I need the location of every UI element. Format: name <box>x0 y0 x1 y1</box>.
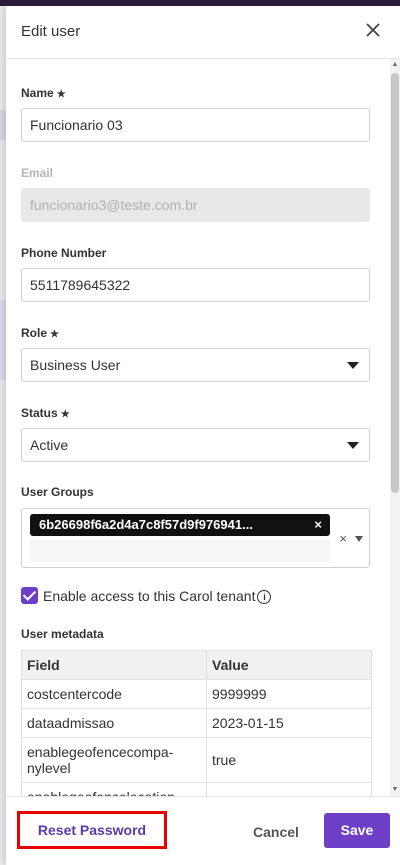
phone-input[interactable]: 5511789645322 <box>21 268 370 302</box>
close-icon[interactable] <box>362 19 384 41</box>
user-groups-label: User Groups <box>21 485 94 499</box>
caret-down-icon[interactable] <box>355 536 363 542</box>
email-label: Email <box>21 166 54 180</box>
field-cell: costcentercode <box>21 679 207 709</box>
column-header-field: Field <box>21 650 207 680</box>
caret-down-icon <box>347 362 359 369</box>
dialog-header: Edit user <box>6 6 400 59</box>
table-row[interactable]: costcentercode 9999999 <box>21 679 372 709</box>
clear-icon[interactable]: × <box>339 531 347 546</box>
user-groups-select[interactable]: 6b26698f6a2d4a7c8f57d9f976941... × × <box>21 508 370 568</box>
dialog-title: Edit user <box>21 23 81 40</box>
metadata-table: Field Value costcentercode 9999999 dataa… <box>21 650 372 796</box>
enable-access-checkbox[interactable] <box>21 587 38 604</box>
save-button[interactable]: Save <box>324 813 390 848</box>
value-cell: true <box>206 737 372 783</box>
name-input[interactable]: Funcionario 03 <box>21 108 370 142</box>
table-row[interactable]: enablegeofencelocation <box>21 782 372 796</box>
scrollbar-thumb[interactable] <box>391 73 399 493</box>
scroll-down-icon[interactable]: ▼ <box>391 786 399 794</box>
info-icon[interactable]: i <box>257 590 272 604</box>
column-header-value: Value <box>206 650 372 680</box>
field-cell: enablegeofencecompa-nylevel <box>21 737 207 783</box>
value-cell <box>206 782 372 796</box>
table-header-row: Field Value <box>21 650 372 680</box>
user-groups-search-input[interactable] <box>30 540 330 562</box>
status-label: Status ★ <box>21 406 70 420</box>
chip-remove-icon[interactable]: × <box>314 514 322 536</box>
field-cell: enablegeofencelocation <box>21 782 207 796</box>
role-label: Role ★ <box>21 326 59 340</box>
table-row[interactable]: enablegeofencecompa-nylevel true <box>21 737 372 783</box>
name-label: Name ★ <box>21 86 66 100</box>
phone-label: Phone Number <box>21 246 107 260</box>
role-select-value: Business User <box>30 357 121 373</box>
table-row[interactable]: dataadmissao 2023-01-15 <box>21 708 372 738</box>
role-select[interactable]: Business User <box>21 348 370 382</box>
user-group-chip: 6b26698f6a2d4a7c8f57d9f976941... × <box>30 514 330 536</box>
dialog-footer: Reset Password Cancel Save <box>6 796 400 865</box>
caret-down-icon <box>347 442 359 449</box>
cancel-button[interactable]: Cancel <box>253 824 299 840</box>
form-body: Name ★ Funcionario 03 Email funcionario3@… <box>6 59 400 796</box>
email-input: funcionario3@teste.com.br <box>21 188 370 222</box>
required-star-icon: ★ <box>50 329 59 340</box>
user-metadata-label: User metadata <box>21 627 104 641</box>
edit-user-panel: Edit user Name ★ Funcionario 03 Email fun… <box>6 6 400 865</box>
reset-password-button[interactable]: Reset Password <box>17 811 167 849</box>
enable-access-label: Enable access to this Carol tenant i <box>43 588 272 604</box>
required-star-icon: ★ <box>56 89 66 100</box>
scrollbar[interactable]: ▲ ▼ <box>390 59 400 796</box>
value-cell: 2023-01-15 <box>206 708 372 738</box>
status-select-value: Active <box>30 437 69 453</box>
field-cell: dataadmissao <box>21 708 207 738</box>
required-star-icon: ★ <box>60 409 70 420</box>
status-select[interactable]: Active <box>21 428 370 462</box>
user-group-chip-label: 6b26698f6a2d4a7c8f57d9f976941... <box>39 517 253 532</box>
scroll-up-icon[interactable]: ▲ <box>391 61 399 69</box>
value-cell: 9999999 <box>206 679 372 709</box>
